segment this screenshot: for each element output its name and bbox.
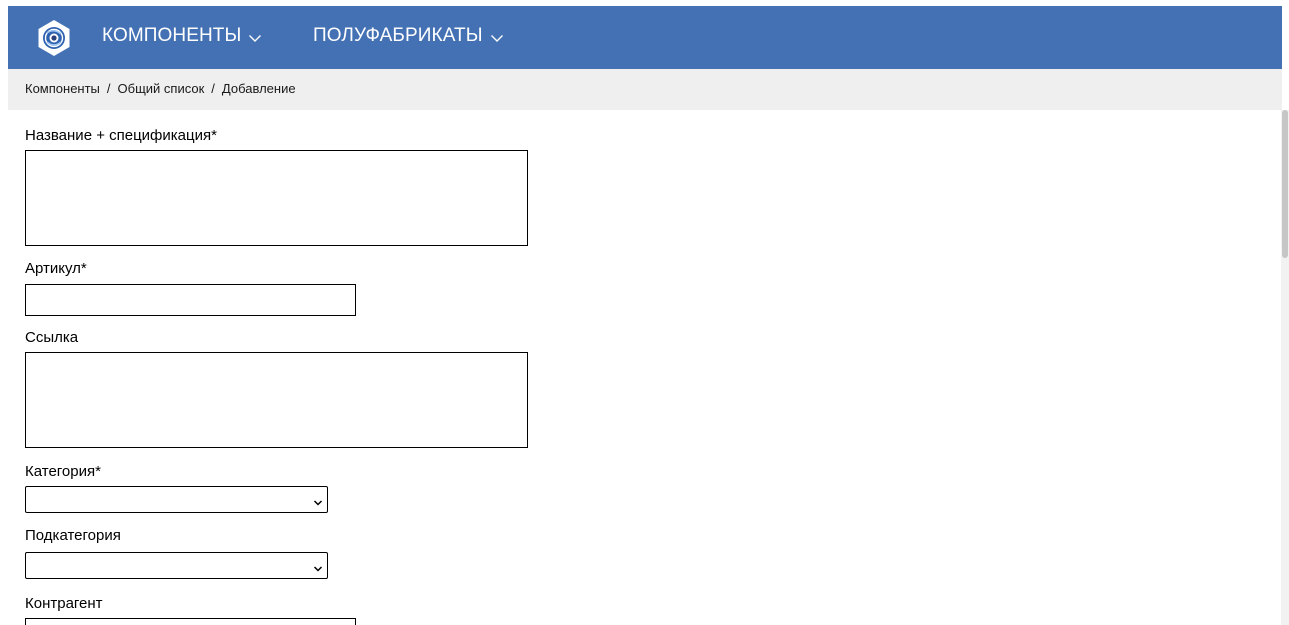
breadcrumb-separator: / [211, 81, 215, 96]
chevron-down-icon [490, 29, 504, 43]
breadcrumb-item-add: Добавление [221, 81, 296, 96]
category-label: Категория* [25, 463, 101, 480]
vertical-scrollbar[interactable] [1281, 110, 1289, 625]
company-logo-icon[interactable] [35, 19, 73, 57]
chevron-down-icon [248, 29, 262, 43]
breadcrumb-separator: / [106, 81, 111, 96]
subcategory-select[interactable] [25, 552, 328, 579]
nav-menu-semi-finished[interactable]: ПОЛУФАБРИКАТЫ [313, 25, 504, 47]
chevron-down-icon [313, 561, 323, 572]
breadcrumb: Компоненты / Общий список / Добавление [25, 81, 296, 96]
chevron-down-icon [313, 495, 323, 506]
nav-menu-semi-finished-label: ПОЛУФАБРИКАТЫ [313, 25, 483, 46]
top-navigation-bar: КОМПОНЕНТЫ ПОЛУФАБРИКАТЫ [8, 6, 1282, 69]
page: КОМПОНЕНТЫ ПОЛУФАБРИКАТЫ Компоненты / Общи… [0, 0, 1289, 625]
article-input[interactable] [25, 284, 356, 316]
category-select[interactable] [25, 486, 328, 513]
subcategory-label: Подкатегория [25, 527, 121, 544]
counterparty-input[interactable] [25, 618, 356, 625]
article-label: Артикул* [25, 260, 87, 277]
scrollbar-thumb[interactable] [1282, 110, 1288, 258]
breadcrumb-bar: Компоненты / Общий список / Добавление [8, 69, 1282, 110]
nav-menu-components-label: КОМПОНЕНТЫ [102, 25, 242, 46]
counterparty-label: Контрагент [25, 595, 103, 612]
link-textarea[interactable] [25, 352, 528, 448]
link-label: Ссылка [25, 329, 79, 346]
nav-menu-components[interactable]: КОМПОНЕНТЫ [102, 25, 262, 47]
breadcrumb-item-components[interactable]: Компоненты [25, 81, 100, 96]
name-specification-textarea[interactable] [25, 150, 528, 246]
breadcrumb-item-general-list[interactable]: Общий список [118, 81, 205, 96]
name-specification-label: Название + спецификация* [25, 127, 217, 144]
